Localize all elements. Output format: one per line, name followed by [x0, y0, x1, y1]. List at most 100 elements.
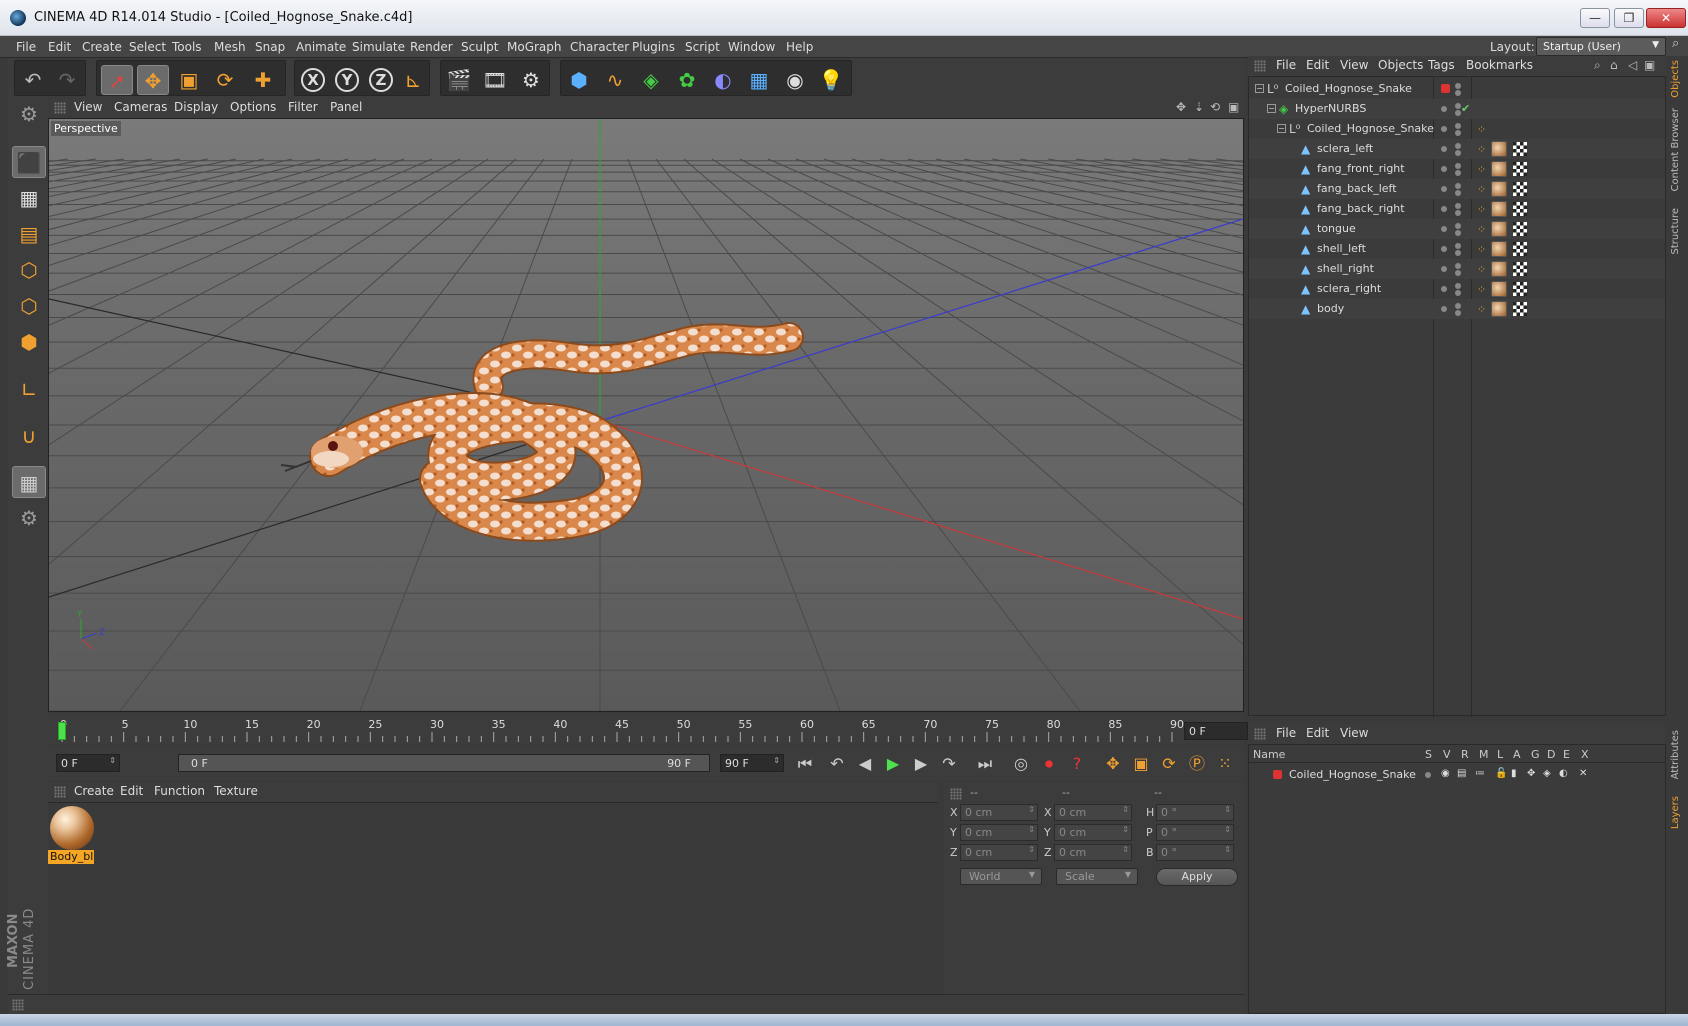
objects-menu-view[interactable]: View — [1340, 58, 1368, 72]
object-row[interactable]: ▲ sclera_right ⁘ — [1249, 279, 1665, 299]
menu-plugins[interactable]: Plugins — [632, 40, 675, 54]
enabled-check-icon[interactable]: ✔ — [1461, 102, 1470, 115]
layer-dot[interactable] — [1441, 286, 1447, 292]
dolly-icon[interactable]: ⇣ — [1194, 100, 1204, 114]
live-selection-icon[interactable]: ➚ — [101, 65, 133, 95]
workplane-icon[interactable]: ▤ — [12, 218, 46, 250]
panel-grip-icon[interactable] — [12, 999, 24, 1011]
size-mode-dropdown[interactable]: Scale ▼ — [1056, 868, 1138, 885]
panel-grip-icon[interactable] — [1254, 60, 1266, 72]
play-icon[interactable]: ▶ — [880, 752, 906, 776]
layers-menu-view[interactable]: View — [1340, 726, 1368, 740]
previous-key-icon[interactable]: ↶ — [824, 752, 850, 776]
render-visibility-dot[interactable] — [1455, 90, 1461, 96]
editor-visibility-dot[interactable] — [1455, 203, 1461, 209]
editor-visibility-dot[interactable] — [1455, 163, 1461, 169]
render-visibility-dot[interactable] — [1455, 210, 1461, 216]
magnet-icon[interactable]: ∪ — [12, 420, 46, 452]
editor-visibility-dot[interactable] — [1455, 283, 1461, 289]
deformer-icon[interactable]: ◈ — [1543, 768, 1551, 779]
spinner-icon[interactable]: ⇕ — [773, 756, 780, 765]
camera-icon[interactable]: ◉ — [779, 65, 811, 95]
editor-visibility-dot[interactable] — [1455, 183, 1461, 189]
next-key-icon[interactable]: ↷ — [936, 752, 962, 776]
column-manager[interactable]: M — [1479, 748, 1489, 761]
key-parameter-icon[interactable]: Ⓟ — [1184, 752, 1210, 776]
column-generators[interactable]: G — [1531, 748, 1540, 761]
render-visibility-dot[interactable] — [1455, 150, 1461, 156]
animation-icon[interactable]: ▮ — [1511, 768, 1517, 779]
layer-dot[interactable] — [1441, 226, 1447, 232]
panel-grip-icon[interactable] — [950, 788, 962, 800]
layer-color-swatch[interactable] — [1273, 770, 1282, 779]
uvw-tag-icon[interactable] — [1513, 182, 1527, 196]
spinner-icon[interactable]: ⇕ — [1224, 805, 1231, 814]
object-row[interactable]: ▲ shell_left ⁘ — [1249, 239, 1665, 259]
objects-menu-objects[interactable]: Objects — [1378, 58, 1423, 72]
undo-icon[interactable]: ↶ — [17, 65, 49, 95]
previous-frame-icon[interactable]: ◀ — [852, 752, 878, 776]
size-x-field[interactable]: 0 cm ⇕ — [1054, 804, 1132, 821]
layer-dot[interactable] — [1441, 166, 1447, 172]
polygons-mode-icon[interactable]: ⬢ — [12, 326, 46, 358]
object-name[interactable]: fang_back_left — [1317, 182, 1397, 195]
object-row[interactable]: ▲ fang_back_left ⁘ — [1249, 179, 1665, 199]
menu-mesh[interactable]: Mesh — [214, 40, 246, 54]
viewport-menu-cameras[interactable]: Cameras — [114, 100, 167, 114]
record-keys-icon[interactable]: ◎ — [1008, 752, 1034, 776]
material-name[interactable]: Body_bl — [48, 850, 94, 864]
viewport-menu-options[interactable]: Options — [230, 100, 276, 114]
autokeying-icon[interactable]: ⏺ — [1036, 752, 1062, 776]
object-row[interactable]: ▲ sclera_left ⁘ — [1249, 139, 1665, 159]
uvw-tag-icon[interactable] — [1513, 222, 1527, 236]
render-visibility-dot[interactable] — [1455, 310, 1461, 316]
menu-animate[interactable]: Animate — [296, 40, 346, 54]
key-pla-icon[interactable]: ⁙ — [1212, 752, 1238, 776]
column-animation[interactable]: A — [1513, 748, 1521, 761]
uvw-tag-icon[interactable] — [1513, 162, 1527, 176]
menu-tools[interactable]: Tools — [172, 40, 202, 54]
rot-h-field[interactable]: 0 ° ⇕ — [1156, 804, 1234, 821]
key-rotation-icon[interactable]: ⟳ — [1156, 752, 1182, 776]
edges-mode-icon[interactable]: ⬡ — [12, 290, 46, 322]
layer-dot[interactable] — [1441, 246, 1447, 252]
menu-simulate[interactable]: Simulate — [352, 40, 405, 54]
viewport-menu-view[interactable]: View — [74, 100, 102, 114]
column-xref[interactable]: X — [1581, 748, 1589, 761]
xref-icon[interactable]: ✕ — [1579, 768, 1587, 779]
object-row[interactable]: − ◈ HyperNURBS ✔ — [1249, 99, 1665, 119]
layers-menu-edit[interactable]: Edit — [1306, 726, 1329, 740]
array-icon[interactable]: ✿ — [671, 65, 703, 95]
render-visibility-dot[interactable] — [1455, 190, 1461, 196]
phong-tag-icon[interactable]: ⁘ — [1477, 243, 1486, 256]
render-visibility-dot[interactable] — [1455, 170, 1461, 176]
object-name[interactable]: Coiled_Hognose_Snake — [1307, 122, 1434, 135]
texture-tag-icon[interactable] — [1491, 161, 1507, 177]
object-row[interactable]: − L⁰ Coiled_Hognose_Snake — [1249, 79, 1665, 99]
viewport-menu-panel[interactable]: Panel — [330, 100, 362, 114]
render-view-icon[interactable]: 🎬 — [443, 65, 475, 95]
timeline-playhead[interactable] — [58, 722, 66, 740]
rotate-icon[interactable]: ⟳ — [209, 65, 241, 95]
object-row[interactable]: ▲ fang_back_right ⁘ — [1249, 199, 1665, 219]
layer-row[interactable]: Coiled_Hognose_Snake ◉ ▤ ≔ 🔓 ▮ ✥ ◈ ◐ ✕ — [1249, 765, 1665, 785]
object-name[interactable]: sclera_left — [1317, 142, 1373, 155]
spline-icon[interactable]: ∿ — [599, 65, 631, 95]
pos-z-field[interactable]: 0 cm ⇕ — [960, 844, 1038, 861]
material-menu-create[interactable]: Create — [74, 784, 114, 798]
side-tab-layers[interactable]: Layers — [1670, 796, 1681, 829]
soft-selection-icon[interactable]: ⚙ — [12, 502, 46, 534]
material-swatch[interactable] — [50, 806, 94, 850]
phong-tag-icon[interactable]: ⁘ — [1477, 203, 1486, 216]
object-name[interactable]: Coiled_Hognose_Snake — [1285, 82, 1412, 95]
search-icon[interactable]: ⌕ — [1594, 58, 1601, 73]
phong-tag-icon[interactable]: ⁘ — [1477, 183, 1486, 196]
uvw-tag-icon[interactable] — [1513, 142, 1527, 156]
current-frame-field[interactable]: 0 F — [1184, 722, 1248, 740]
texture-tag-icon[interactable] — [1491, 141, 1507, 157]
column-view[interactable]: V — [1443, 748, 1451, 761]
spinner-icon[interactable]: ⇕ — [1224, 845, 1231, 854]
menu-window[interactable]: Window — [728, 40, 775, 54]
editor-visibility-dot[interactable] — [1455, 243, 1461, 249]
snake-model[interactable] — [280, 322, 804, 542]
